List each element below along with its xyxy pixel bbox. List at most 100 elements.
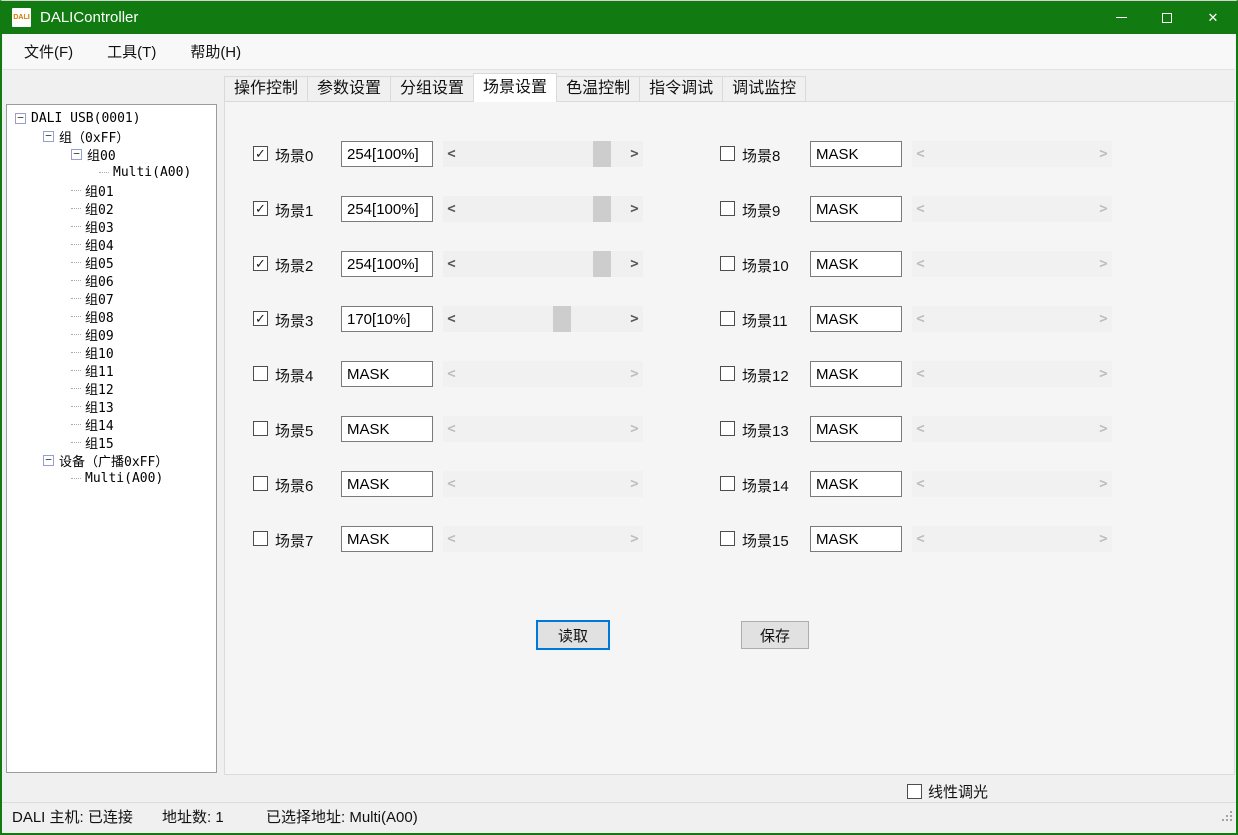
tree-item[interactable]: 设备（广播0xFF） [7,451,216,469]
scene-checkbox[interactable] [253,421,268,436]
tree-item[interactable]: 组03 [7,217,216,235]
tree-item[interactable]: 组06 [7,271,216,289]
scene-level-scrollbar: <> [443,361,643,387]
scroll-left-arrow-icon[interactable]: < [443,196,460,222]
tree-item[interactable]: 组14 [7,415,216,433]
scene-value-input[interactable] [810,306,902,332]
scene-checkbox[interactable] [253,531,268,546]
tree-item[interactable]: 组00 [7,145,216,163]
tree-item[interactable]: DALI USB(0001) [7,109,216,127]
scene-checkbox[interactable] [253,311,268,326]
scene-checkbox[interactable] [253,201,268,216]
scrollbar-track[interactable] [460,196,626,222]
scroll-left-arrow-icon[interactable]: < [443,306,460,332]
scene-value-input[interactable] [810,416,902,442]
linear-dimming-option[interactable]: 线性调光 [907,781,988,802]
scrollbar-thumb[interactable] [593,141,611,167]
scrollbar-track[interactable] [460,141,626,167]
menu-item[interactable]: 帮助(H) [177,35,254,68]
tab-1[interactable]: 参数设置 [307,76,391,102]
scrollbar-thumb[interactable] [593,251,611,277]
tree-item-label: 组01 [85,181,114,200]
tree-item[interactable]: 组01 [7,181,216,199]
tree-collapse-icon[interactable] [43,131,54,142]
tree-item[interactable]: 组08 [7,307,216,325]
save-button[interactable]: 保存 [741,621,809,649]
tree-item[interactable]: 组11 [7,361,216,379]
scene-value-input[interactable] [341,361,433,387]
scene-value-input[interactable] [810,141,902,167]
scene-checkbox[interactable] [720,421,735,436]
tree-item[interactable]: 组12 [7,379,216,397]
read-button[interactable]: 读取 [536,620,610,650]
tree-item[interactable]: 组07 [7,289,216,307]
scene-level-scrollbar[interactable]: <> [443,251,643,277]
scroll-right-arrow-icon[interactable]: > [626,196,643,222]
tab-4[interactable]: 色温控制 [556,76,640,102]
menu-item[interactable]: 文件(F) [11,35,86,68]
scene-value-input[interactable] [341,416,433,442]
menu-item[interactable]: 工具(T) [94,35,169,68]
tree-item[interactable]: Multi(A00) [7,163,216,181]
scene-checkbox[interactable] [720,311,735,326]
scroll-right-arrow-icon[interactable]: > [626,141,643,167]
tree-collapse-icon[interactable] [71,149,82,160]
close-button[interactable] [1190,1,1236,34]
tab-0[interactable]: 操作控制 [224,76,308,102]
scene-value-input[interactable] [810,526,902,552]
scene-value-input[interactable] [341,306,433,332]
scene-checkbox[interactable] [253,146,268,161]
scene-checkbox[interactable] [253,476,268,491]
scene-level-scrollbar[interactable]: <> [443,306,643,332]
scene-value-input[interactable] [810,196,902,222]
scene-checkbox[interactable] [720,201,735,216]
scene-value-input[interactable] [341,471,433,497]
tree-item[interactable]: 组13 [7,397,216,415]
scroll-right-arrow-icon[interactable]: > [626,251,643,277]
tree-item[interactable]: 组10 [7,343,216,361]
scrollbar-track[interactable] [460,306,626,332]
scene-level-scrollbar[interactable]: <> [443,141,643,167]
tree-item[interactable]: 组02 [7,199,216,217]
scene-value-input[interactable] [341,526,433,552]
scene-checkbox[interactable] [720,366,735,381]
resize-grip[interactable] [1222,819,1224,821]
scene-checkbox[interactable] [253,256,268,271]
scroll-left-arrow-icon[interactable]: < [443,141,460,167]
tree-collapse-icon[interactable] [43,455,54,466]
window-controls [1098,1,1236,34]
maximize-button[interactable] [1144,1,1190,34]
tab-2[interactable]: 分组设置 [390,76,474,102]
scrollbar-track[interactable] [460,251,626,277]
scene-value-input[interactable] [810,361,902,387]
linear-dimming-checkbox[interactable] [907,784,922,799]
tree-item[interactable]: Multi(A00) [7,469,216,487]
scene-value-input[interactable] [341,196,433,222]
scene-level-scrollbar[interactable]: <> [443,196,643,222]
tree-item[interactable]: 组09 [7,325,216,343]
scroll-left-arrow-icon: < [912,196,929,222]
scene-value-input[interactable] [810,251,902,277]
scrollbar-thumb[interactable] [553,306,571,332]
tree-item-label: 组00 [87,145,116,164]
scene-checkbox[interactable] [720,256,735,271]
tab-5[interactable]: 指令调试 [639,76,723,102]
tab-active[interactable]: 场景设置 [473,73,557,102]
tree-item[interactable]: 组04 [7,235,216,253]
scene-value-input[interactable] [341,251,433,277]
minimize-button[interactable] [1098,1,1144,34]
tree-item[interactable]: 组15 [7,433,216,451]
tree-collapse-icon[interactable] [15,113,26,124]
scroll-left-arrow-icon[interactable]: < [443,251,460,277]
scrollbar-thumb[interactable] [593,196,611,222]
scene-value-input[interactable] [810,471,902,497]
scroll-right-arrow-icon[interactable]: > [626,306,643,332]
tab-6[interactable]: 调试监控 [722,76,806,102]
scene-checkbox[interactable] [720,531,735,546]
scene-value-input[interactable] [341,141,433,167]
tree-item[interactable]: 组05 [7,253,216,271]
scene-checkbox[interactable] [720,476,735,491]
scene-checkbox[interactable] [720,146,735,161]
scene-checkbox[interactable] [253,366,268,381]
tree-item[interactable]: 组（0xFF） [7,127,216,145]
